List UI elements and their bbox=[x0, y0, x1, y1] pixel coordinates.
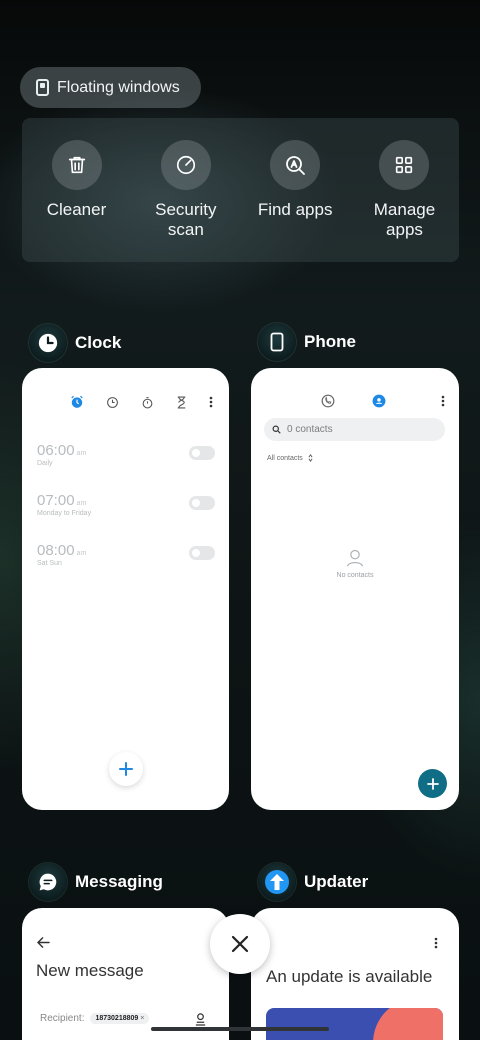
alarm-time-value: 06:00 bbox=[37, 442, 75, 459]
update-banner-image bbox=[266, 1008, 443, 1040]
alarm-repeat: Sat Sun bbox=[37, 560, 62, 567]
person-icon bbox=[346, 549, 364, 567]
gesture-navigation-bar[interactable] bbox=[151, 1027, 329, 1031]
contacts-filter-dropdown[interactable]: All contacts bbox=[267, 454, 313, 462]
recipient-field[interactable]: Recipient: 18730218809 × bbox=[40, 1013, 150, 1024]
close-icon bbox=[231, 935, 249, 953]
add-contact-button[interactable] bbox=[418, 769, 447, 798]
updater-app-icon bbox=[258, 863, 296, 901]
chip-remove-icon[interactable]: × bbox=[140, 1015, 144, 1022]
alarm-ampm: am bbox=[76, 450, 87, 457]
add-alarm-button[interactable] bbox=[109, 752, 143, 786]
cleaner-shortcut[interactable]: Cleaner bbox=[27, 140, 126, 262]
phone-app-card[interactable]: 0 contacts All contacts No contacts bbox=[251, 368, 459, 810]
security-scan-label-line2: scan bbox=[167, 220, 204, 239]
messaging-app-header[interactable]: Messaging bbox=[29, 862, 163, 902]
cleaner-label: Cleaner bbox=[46, 200, 107, 219]
alarm-time-value: 07:00 bbox=[37, 492, 75, 509]
alarm-time-value: 08:00 bbox=[37, 542, 75, 559]
contact-picker-icon[interactable] bbox=[194, 1012, 207, 1026]
search-icon bbox=[272, 425, 281, 434]
plus-icon bbox=[426, 777, 439, 790]
alarm-toggle[interactable] bbox=[189, 496, 215, 510]
security-scan-shortcut[interactable]: Security scan bbox=[136, 140, 235, 262]
floating-windows-label: Floating windows bbox=[57, 78, 180, 96]
clock-toolbar bbox=[70, 395, 213, 409]
alarm-toggle[interactable] bbox=[189, 546, 215, 560]
shortcuts-panel: Cleaner Security scan Find apps Manage a… bbox=[22, 118, 459, 262]
phone-app-icon bbox=[258, 323, 296, 361]
clock-icon[interactable] bbox=[106, 396, 119, 409]
empty-state: No contacts bbox=[251, 548, 459, 579]
find-apps-shortcut[interactable]: Find apps bbox=[246, 140, 345, 262]
phone-app-header[interactable]: Phone bbox=[258, 322, 356, 362]
clock-app-header[interactable]: Clock bbox=[29, 323, 121, 363]
new-message-title: New message bbox=[36, 961, 144, 980]
floating-windows-button[interactable]: Floating windows bbox=[20, 67, 201, 108]
updater-app-card[interactable]: An update is available bbox=[251, 908, 459, 1040]
manage-apps-label-line1: Manage bbox=[373, 200, 436, 219]
alarm-ampm: am bbox=[76, 550, 87, 557]
alarm-row[interactable]: 08:00 am Sat Sun bbox=[37, 542, 215, 567]
manage-apps-label: Manage apps bbox=[374, 200, 435, 240]
manage-apps-label-line2: apps bbox=[386, 220, 423, 239]
floating-window-icon bbox=[36, 79, 49, 96]
banner-decoration bbox=[373, 1008, 443, 1040]
phone-app-name: Phone bbox=[304, 332, 356, 351]
more-icon[interactable] bbox=[209, 396, 213, 408]
more-icon[interactable] bbox=[441, 395, 445, 407]
manage-apps-shortcut[interactable]: Manage apps bbox=[355, 140, 454, 262]
recipient-number: 18730218809 bbox=[95, 1015, 139, 1022]
empty-text: No contacts bbox=[336, 572, 374, 579]
alarm-row[interactable]: 07:00 am Monday to Friday bbox=[37, 492, 215, 517]
grid-icon bbox=[379, 140, 430, 190]
trash-icon bbox=[51, 140, 102, 190]
messaging-app-name: Messaging bbox=[75, 872, 163, 891]
timer-icon[interactable] bbox=[176, 396, 187, 409]
updater-app-name: Updater bbox=[304, 872, 369, 891]
shield-scan-icon bbox=[160, 140, 211, 190]
stopwatch-icon[interactable] bbox=[141, 396, 154, 409]
phone-toolbar bbox=[321, 394, 445, 408]
contacts-icon[interactable] bbox=[372, 394, 386, 408]
messaging-app-card[interactable]: New message Recipient: 18730218809 × bbox=[22, 908, 229, 1040]
sort-arrows-icon bbox=[308, 454, 313, 462]
clock-app-card[interactable]: 06:00 am Daily 07:00 am Monday to Friday 0… bbox=[22, 368, 229, 810]
alarm-toggle[interactable] bbox=[189, 446, 215, 460]
messaging-app-icon bbox=[29, 863, 67, 901]
close-all-button[interactable] bbox=[210, 914, 270, 974]
alarm-repeat: Monday to Friday bbox=[37, 510, 92, 517]
clock-app-icon bbox=[29, 324, 67, 362]
updater-app-header[interactable]: Updater bbox=[258, 862, 368, 902]
recipient-chip[interactable]: 18730218809 × bbox=[90, 1013, 150, 1024]
back-arrow-icon[interactable] bbox=[37, 937, 50, 948]
more-icon[interactable] bbox=[434, 937, 438, 949]
alarm-repeat: Daily bbox=[37, 460, 53, 467]
call-log-icon[interactable] bbox=[321, 394, 335, 408]
find-apps-icon bbox=[270, 140, 321, 190]
recipient-label: Recipient: bbox=[40, 1013, 85, 1024]
clock-app-name: Clock bbox=[75, 333, 122, 352]
alarm-row[interactable]: 06:00 am Daily bbox=[37, 442, 215, 467]
alarm-ampm: am bbox=[76, 500, 87, 507]
plus-icon bbox=[119, 762, 133, 776]
filter-label: All contacts bbox=[267, 454, 303, 462]
security-scan-label: Security scan bbox=[155, 200, 216, 240]
contacts-search-input[interactable]: 0 contacts bbox=[264, 418, 445, 441]
alarm-icon[interactable] bbox=[70, 395, 84, 409]
search-placeholder: 0 contacts bbox=[287, 424, 333, 435]
security-scan-label-line1: Security bbox=[155, 200, 217, 219]
find-apps-label: Find apps bbox=[257, 200, 333, 219]
update-available-title: An update is available bbox=[266, 967, 433, 986]
